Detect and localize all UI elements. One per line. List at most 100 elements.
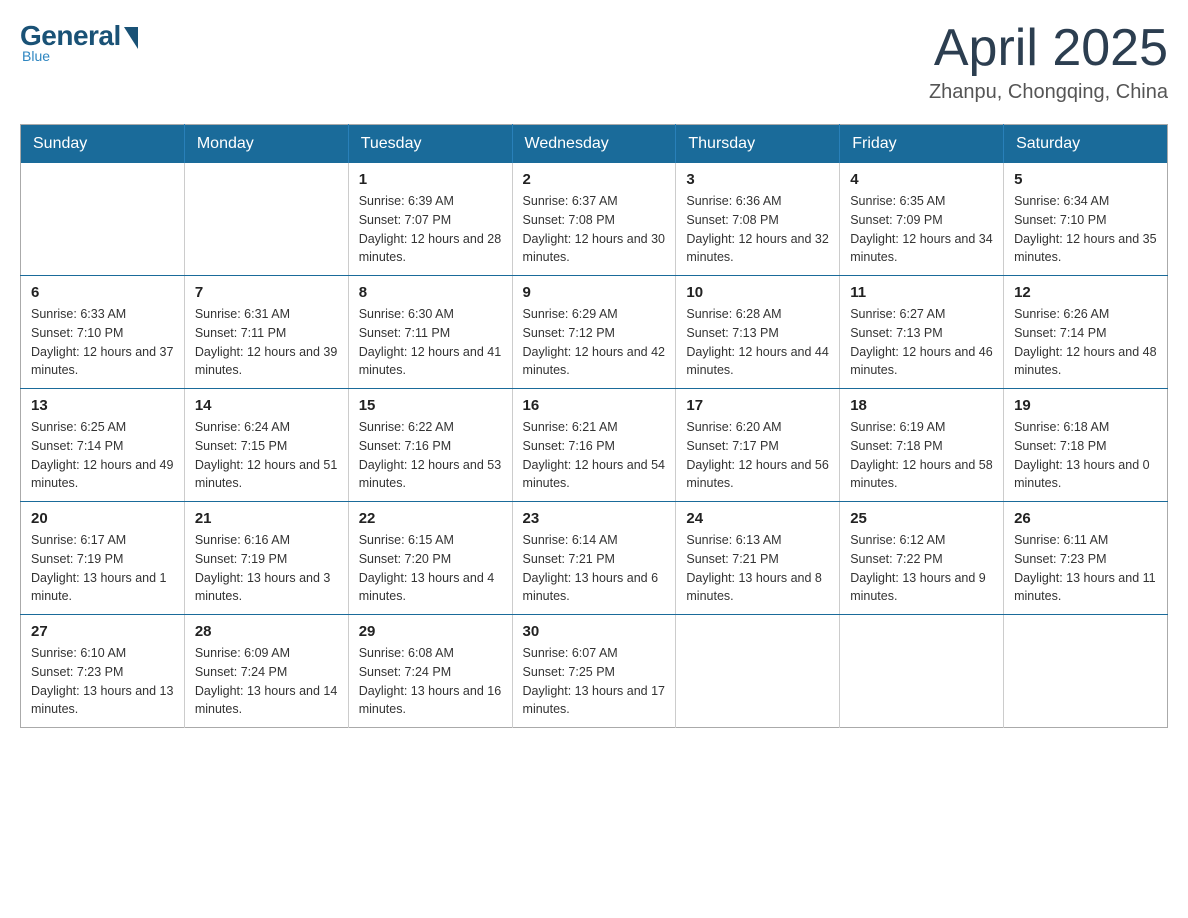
day-number: 18 — [850, 397, 993, 414]
table-row: 9Sunrise: 6:29 AMSunset: 7:12 PMDaylight… — [512, 276, 676, 389]
day-number: 21 — [195, 510, 338, 527]
day-info: Sunrise: 6:07 AMSunset: 7:25 PMDaylight:… — [523, 644, 666, 719]
day-number: 26 — [1014, 510, 1157, 527]
day-number: 2 — [523, 171, 666, 188]
day-number: 27 — [31, 623, 174, 640]
table-row: 18Sunrise: 6:19 AMSunset: 7:18 PMDayligh… — [840, 389, 1004, 502]
day-info: Sunrise: 6:08 AMSunset: 7:24 PMDaylight:… — [359, 644, 502, 719]
table-row — [21, 163, 185, 276]
table-row: 11Sunrise: 6:27 AMSunset: 7:13 PMDayligh… — [840, 276, 1004, 389]
day-number: 14 — [195, 397, 338, 414]
day-number: 3 — [686, 171, 829, 188]
day-number: 25 — [850, 510, 993, 527]
day-info: Sunrise: 6:16 AMSunset: 7:19 PMDaylight:… — [195, 531, 338, 606]
day-number: 7 — [195, 284, 338, 301]
table-row: 27Sunrise: 6:10 AMSunset: 7:23 PMDayligh… — [21, 615, 185, 728]
table-row — [1004, 615, 1168, 728]
calendar-table: Sunday Monday Tuesday Wednesday Thursday… — [20, 124, 1168, 728]
logo-bottom-text: Blue — [22, 48, 50, 64]
table-row: 26 Sunrise: 6:11 AMSunset: 7:23 PMDayligh… — [1004, 502, 1168, 615]
day-info: Sunrise: 6:14 AMSunset: 7:21 PMDaylight:… — [523, 531, 666, 606]
day-number: 15 — [359, 397, 502, 414]
calendar-week-row: 13 Sunrise: 6:25 AMSunset: 7:14 PMDayligh… — [21, 389, 1168, 502]
day-number: 28 — [195, 623, 338, 640]
table-row: 25 Sunrise: 6:12 AMSunset: 7:22 PMDayligh… — [840, 502, 1004, 615]
day-number: 9 — [523, 284, 666, 301]
location-text: Zhanpu, Chongqing, China — [929, 81, 1168, 104]
table-row: 10Sunrise: 6:28 AMSunset: 7:13 PMDayligh… — [676, 276, 840, 389]
page-header: General Blue April 2025 Zhanpu, Chongqin… — [20, 20, 1168, 104]
col-thursday: Thursday — [676, 125, 840, 164]
day-info: Sunrise: 6:30 AMSunset: 7:11 PMDaylight:… — [359, 305, 502, 380]
day-info: Sunrise: 6:22 AMSunset: 7:16 PMDaylight:… — [359, 418, 502, 493]
day-info: Sunrise: 6:35 AMSunset: 7:09 PMDaylight:… — [850, 192, 993, 267]
table-row: 1Sunrise: 6:39 AMSunset: 7:07 PMDaylight… — [348, 163, 512, 276]
table-row: 6 Sunrise: 6:33 AMSunset: 7:10 PMDaylight… — [21, 276, 185, 389]
table-row: 24 Sunrise: 6:13 AMSunset: 7:21 PMDayligh… — [676, 502, 840, 615]
table-row: 30Sunrise: 6:07 AMSunset: 7:25 PMDayligh… — [512, 615, 676, 728]
day-number: 12 — [1014, 284, 1157, 301]
day-info: Sunrise: 6:33 AMSunset: 7:10 PMDaylight:… — [31, 305, 174, 380]
table-row: 17 Sunrise: 6:20 AMSunset: 7:17 PMDayligh… — [676, 389, 840, 502]
day-info: Sunrise: 6:15 AMSunset: 7:20 PMDaylight:… — [359, 531, 502, 606]
col-saturday: Saturday — [1004, 125, 1168, 164]
day-info: Sunrise: 6:28 AMSunset: 7:13 PMDaylight:… — [686, 305, 829, 380]
day-number: 22 — [359, 510, 502, 527]
calendar-week-row: 20Sunrise: 6:17 AMSunset: 7:19 PMDayligh… — [21, 502, 1168, 615]
day-info: Sunrise: 6:25 AMSunset: 7:14 PMDaylight:… — [31, 418, 174, 493]
col-friday: Friday — [840, 125, 1004, 164]
day-info: Sunrise: 6:21 AMSunset: 7:16 PMDaylight:… — [523, 418, 666, 493]
day-info: Sunrise: 6:18 AMSunset: 7:18 PMDaylight:… — [1014, 418, 1157, 493]
table-row — [676, 615, 840, 728]
table-row: 7 Sunrise: 6:31 AMSunset: 7:11 PMDaylight… — [184, 276, 348, 389]
calendar-week-row: 1Sunrise: 6:39 AMSunset: 7:07 PMDaylight… — [21, 163, 1168, 276]
day-number: 23 — [523, 510, 666, 527]
table-row: 15 Sunrise: 6:22 AMSunset: 7:16 PMDayligh… — [348, 389, 512, 502]
day-info: Sunrise: 6:31 AMSunset: 7:11 PMDaylight:… — [195, 305, 338, 380]
table-row: 5 Sunrise: 6:34 AMSunset: 7:10 PMDaylight… — [1004, 163, 1168, 276]
day-number: 13 — [31, 397, 174, 414]
day-number: 24 — [686, 510, 829, 527]
day-number: 8 — [359, 284, 502, 301]
day-info: Sunrise: 6:24 AMSunset: 7:15 PMDaylight:… — [195, 418, 338, 493]
day-info: Sunrise: 6:12 AMSunset: 7:22 PMDaylight:… — [850, 531, 993, 606]
table-row: 3Sunrise: 6:36 AMSunset: 7:08 PMDaylight… — [676, 163, 840, 276]
table-row: 12 Sunrise: 6:26 AMSunset: 7:14 PMDayligh… — [1004, 276, 1168, 389]
day-info: Sunrise: 6:09 AMSunset: 7:24 PMDaylight:… — [195, 644, 338, 719]
month-title: April 2025 — [929, 20, 1168, 77]
table-row: 13 Sunrise: 6:25 AMSunset: 7:14 PMDayligh… — [21, 389, 185, 502]
day-info: Sunrise: 6:13 AMSunset: 7:21 PMDaylight:… — [686, 531, 829, 606]
table-row: 19 Sunrise: 6:18 AMSunset: 7:18 PMDayligh… — [1004, 389, 1168, 502]
day-info: Sunrise: 6:20 AMSunset: 7:17 PMDaylight:… — [686, 418, 829, 493]
day-info: Sunrise: 6:11 AMSunset: 7:23 PMDaylight:… — [1014, 531, 1157, 606]
day-number: 1 — [359, 171, 502, 188]
table-row: 8 Sunrise: 6:30 AMSunset: 7:11 PMDaylight… — [348, 276, 512, 389]
calendar-header-row: Sunday Monday Tuesday Wednesday Thursday… — [21, 125, 1168, 164]
day-number: 16 — [523, 397, 666, 414]
calendar-week-row: 6 Sunrise: 6:33 AMSunset: 7:10 PMDaylight… — [21, 276, 1168, 389]
table-row: 28 Sunrise: 6:09 AMSunset: 7:24 PMDayligh… — [184, 615, 348, 728]
day-number: 4 — [850, 171, 993, 188]
col-monday: Monday — [184, 125, 348, 164]
table-row — [840, 615, 1004, 728]
table-row: 2Sunrise: 6:37 AMSunset: 7:08 PMDaylight… — [512, 163, 676, 276]
col-sunday: Sunday — [21, 125, 185, 164]
day-number: 19 — [1014, 397, 1157, 414]
table-row: 29 Sunrise: 6:08 AMSunset: 7:24 PMDayligh… — [348, 615, 512, 728]
table-row: 14 Sunrise: 6:24 AMSunset: 7:15 PMDayligh… — [184, 389, 348, 502]
day-number: 17 — [686, 397, 829, 414]
logo: General Blue — [20, 20, 142, 64]
day-number: 11 — [850, 284, 993, 301]
calendar-week-row: 27Sunrise: 6:10 AMSunset: 7:23 PMDayligh… — [21, 615, 1168, 728]
table-row: 16 Sunrise: 6:21 AMSunset: 7:16 PMDayligh… — [512, 389, 676, 502]
title-section: April 2025 Zhanpu, Chongqing, China — [929, 20, 1168, 104]
col-tuesday: Tuesday — [348, 125, 512, 164]
col-wednesday: Wednesday — [512, 125, 676, 164]
day-info: Sunrise: 6:34 AMSunset: 7:10 PMDaylight:… — [1014, 192, 1157, 267]
day-info: Sunrise: 6:26 AMSunset: 7:14 PMDaylight:… — [1014, 305, 1157, 380]
day-number: 5 — [1014, 171, 1157, 188]
day-number: 6 — [31, 284, 174, 301]
table-row: 22 Sunrise: 6:15 AMSunset: 7:20 PMDayligh… — [348, 502, 512, 615]
day-number: 20 — [31, 510, 174, 527]
day-number: 29 — [359, 623, 502, 640]
